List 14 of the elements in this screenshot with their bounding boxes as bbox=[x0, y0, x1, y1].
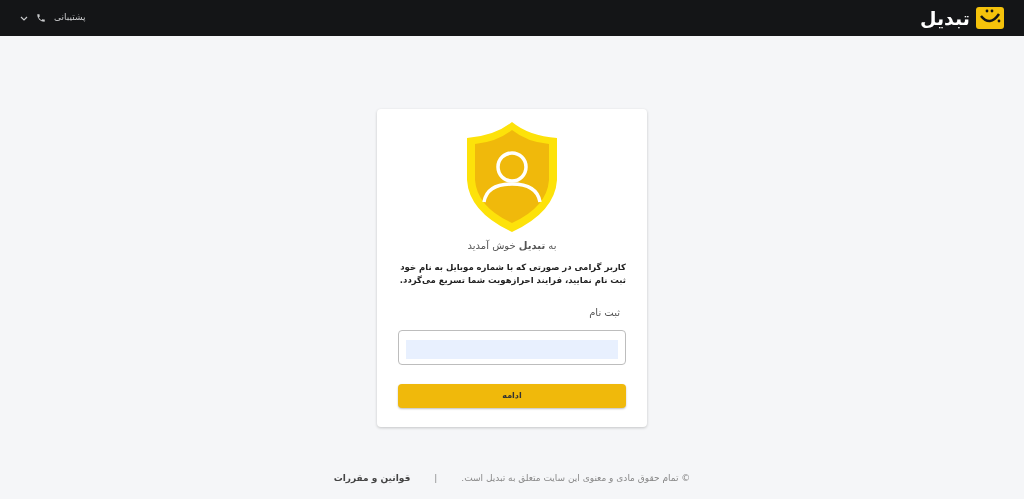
welcome-text: به تبدیل خوش آمدید bbox=[467, 238, 557, 253]
separator-text: | bbox=[434, 472, 438, 485]
info-message: کاربر گرامی در صورتی که با شماره موبایل به نام خود ثبت نام نمایید، فرایند احرازهویت شما تسریع می‌گردد. bbox=[398, 261, 626, 287]
continue-button[interactable]: ادامه bbox=[398, 384, 626, 408]
support-menu[interactable]: پشتیبانی bbox=[20, 11, 86, 25]
field-label: ثبت نام bbox=[589, 306, 620, 320]
phone-icon bbox=[36, 13, 46, 23]
input-field[interactable] bbox=[398, 330, 626, 365]
copyright-text: © تمام حقوق مادی و معنوی این سایت متعلق به تبدیل است. bbox=[461, 472, 691, 485]
terms-link[interactable]: قوانین و مقررات bbox=[333, 472, 411, 486]
caret-icon bbox=[20, 15, 28, 21]
logo-text: تبدیل bbox=[920, 5, 970, 31]
logo-icon bbox=[976, 7, 1004, 29]
user-shield-icon bbox=[467, 122, 557, 232]
